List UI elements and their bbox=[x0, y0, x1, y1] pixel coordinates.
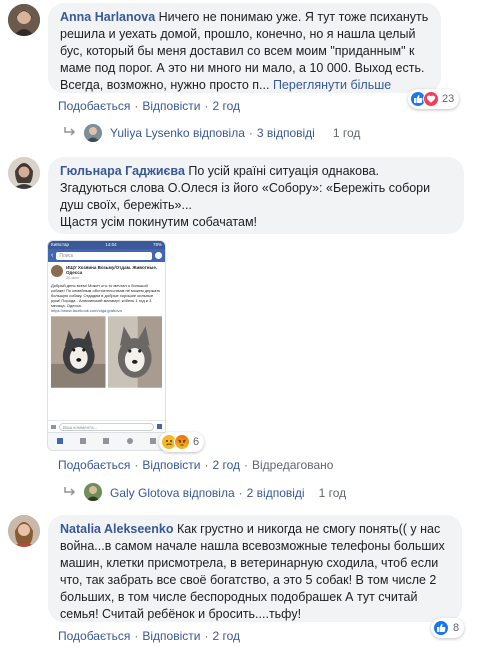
messenger-icon bbox=[155, 252, 162, 259]
avatar[interactable] bbox=[8, 157, 40, 189]
reply-arrow-icon bbox=[64, 126, 76, 141]
replies-count[interactable]: 2 відповіді bbox=[247, 486, 305, 500]
comment-actions: Подобається · Відповісти · 2 год bbox=[58, 99, 240, 113]
edited-label[interactable]: Відредаговано bbox=[252, 458, 333, 472]
comment-author[interactable]: Natalia Alekseenko bbox=[60, 522, 173, 536]
view-replies-link[interactable]: Yuliya Lysenko відповіла · 3 відповіді 1 го… bbox=[110, 126, 360, 140]
angry-icon bbox=[174, 434, 190, 450]
replier-name[interactable]: Yuliya Lysenko bbox=[110, 126, 190, 140]
like-button[interactable]: Подобається bbox=[58, 458, 130, 472]
comment-time[interactable]: 2 год bbox=[212, 629, 240, 643]
dog-photos bbox=[51, 316, 162, 388]
reactions-count: 6 bbox=[193, 436, 200, 448]
like-icon bbox=[433, 620, 449, 636]
reply-button[interactable]: Відповісти bbox=[142, 458, 200, 472]
replies-time: 1 год bbox=[318, 486, 347, 500]
reply-button[interactable]: Відповісти bbox=[142, 99, 200, 113]
replies-time: 1 год bbox=[332, 126, 361, 140]
reactions-badge[interactable]: 23 bbox=[408, 89, 460, 109]
comment-bubble: Anna Harlanova Ничего не понимаю уже. Я … bbox=[48, 3, 441, 93]
like-button[interactable]: Подобається bbox=[58, 629, 130, 643]
comment-bubble: Natalia Alekseenko Как грустно и никогда… bbox=[48, 515, 462, 622]
like-button[interactable]: Подобається bbox=[58, 99, 130, 113]
post-link: https://www.facebook.com/olga.grabova bbox=[51, 308, 122, 313]
reactions-badge[interactable]: 8 bbox=[431, 618, 465, 638]
reply-arrow-icon bbox=[64, 486, 76, 501]
comment-text: По усій країні ситуація однакова. bbox=[188, 164, 380, 178]
group-avatar bbox=[51, 265, 63, 277]
reactions-badge[interactable]: 6 bbox=[159, 432, 205, 452]
view-replies-link[interactable]: Galy Glotova відповіла · 2 відповіді 1 год bbox=[110, 486, 346, 500]
phone-comment-bar: Ваш коммента... bbox=[48, 420, 165, 432]
phone-status-bar: Київстар 14:04 78% bbox=[48, 241, 165, 249]
comment-bubble: Гюльнара Гаджиєва По усій країні ситуаці… bbox=[48, 157, 464, 234]
comment-text: Как грустно и никогда не смогу понять(( … bbox=[60, 522, 445, 621]
comment-actions: Подобається · Відповісти · 2 год · Відредагова… bbox=[58, 458, 334, 472]
reactions-count: 23 bbox=[442, 93, 455, 105]
attached-image[interactable]: Київстар 14:04 78% ‹ Поиск ИЩУ Хозяина В… bbox=[47, 240, 166, 451]
see-more-link[interactable]: Переглянути більше bbox=[273, 78, 391, 92]
replies-count[interactable]: 3 відповіді bbox=[257, 126, 315, 140]
comment-actions: Подобається · Відповісти · 2 год bbox=[58, 629, 240, 643]
phone-search-bar: ‹ Поиск bbox=[48, 249, 165, 262]
phone-nav-bar bbox=[48, 432, 165, 448]
comment-time[interactable]: 2 год bbox=[212, 458, 240, 472]
reactions-count: 8 bbox=[453, 622, 460, 634]
send-icon bbox=[157, 424, 162, 429]
avatar[interactable] bbox=[8, 515, 40, 547]
comment-text: Щастя усім покинутим собачатам! bbox=[60, 215, 258, 229]
love-icon bbox=[423, 91, 439, 107]
comment-time[interactable]: 2 год bbox=[212, 99, 240, 113]
avatar[interactable] bbox=[84, 483, 102, 501]
reply-button[interactable]: Відповісти bbox=[142, 629, 200, 643]
comment-author[interactable]: Гюльнара Гаджиєва bbox=[60, 164, 185, 178]
replier-name[interactable]: Galy Glotova bbox=[110, 486, 179, 500]
group-title: ИЩУ Хозяина Возьму/Отдам. Животные. Одес… bbox=[66, 265, 158, 275]
post-text: Добрый день всем! Может кто-то мечтал о … bbox=[51, 283, 161, 308]
avatar[interactable] bbox=[8, 4, 40, 36]
comment-author[interactable]: Anna Harlanova bbox=[60, 10, 155, 24]
avatar[interactable] bbox=[84, 124, 102, 142]
comment-text: Згадуються слова О.Олеся із його «Собору… bbox=[60, 181, 431, 212]
camera-icon bbox=[51, 424, 56, 429]
back-icon: ‹ bbox=[51, 252, 54, 259]
